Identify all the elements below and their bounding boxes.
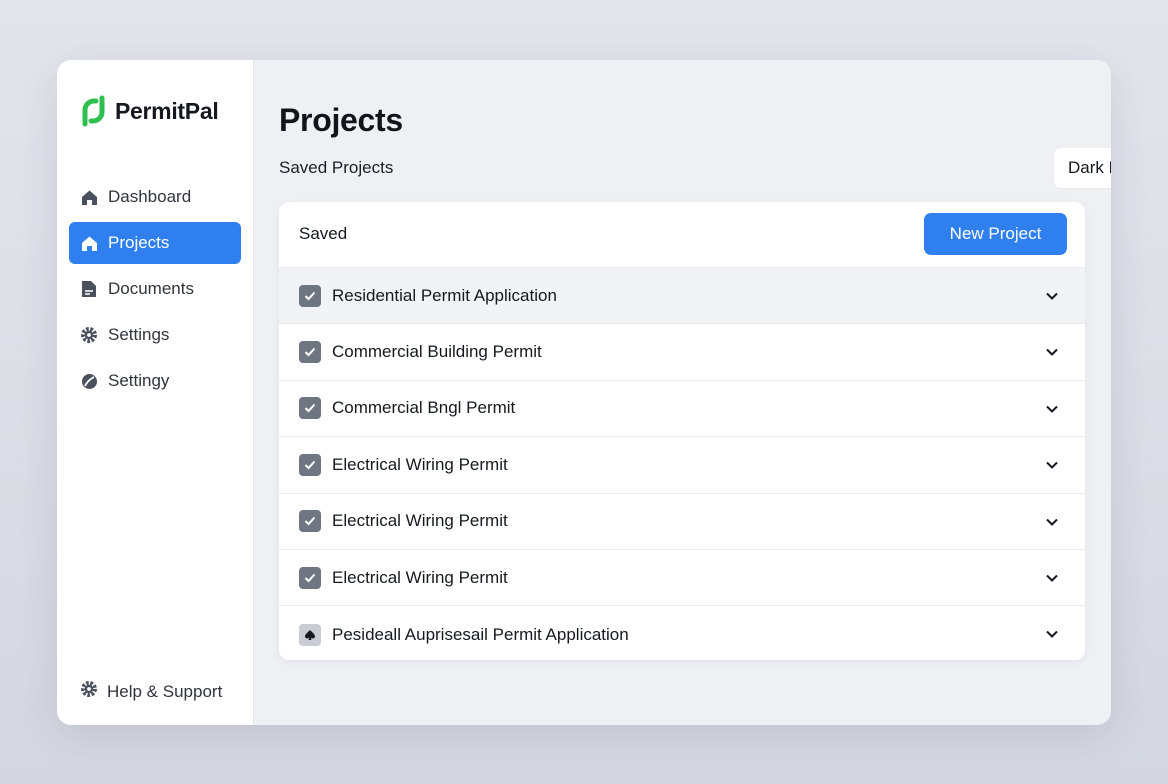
sidebar-item-label: Settingy — [108, 371, 170, 390]
sidebar: PermitPal Dashboard Projects Documents S… — [57, 60, 254, 725]
sidebar-item-label: Settings — [108, 325, 170, 344]
chevron-down-icon[interactable] — [1045, 571, 1059, 585]
list-item[interactable]: Electrical Wiring Permit — [279, 494, 1085, 550]
card-header: Saved New Project — [279, 202, 1085, 268]
page-title: Projects — [279, 102, 403, 138]
check-icon — [304, 347, 316, 357]
chevron-down-icon[interactable] — [1045, 402, 1059, 416]
sidebar-item-label: Documents — [108, 279, 194, 298]
chevron-down-icon[interactable] — [1045, 289, 1059, 303]
checkbox[interactable] — [299, 397, 321, 420]
sidebar-item-dashboard[interactable]: Dashboard — [69, 176, 241, 218]
chevron-down-icon[interactable] — [1045, 515, 1059, 529]
spade-icon — [305, 629, 315, 640]
list-item[interactable]: Pesideall Auprisesail Permit Application — [279, 606, 1085, 660]
checkbox[interactable] — [299, 284, 321, 307]
saved-projects-card: Saved New Project Residential Permit App… — [279, 202, 1085, 660]
sidebar-nav: Dashboard Projects Documents Settings Se… — [69, 176, 241, 406]
check-icon — [304, 573, 316, 583]
checkbox[interactable] — [299, 341, 321, 364]
logo[interactable]: PermitPal — [81, 94, 219, 128]
list-item-label: Pesideall Auprisesail Permit Application — [332, 624, 629, 644]
sidebar-item-label: Projects — [108, 233, 170, 252]
list-item[interactable]: Commercial Bngl Permit — [279, 381, 1085, 438]
app-window: PermitPal Dashboard Projects Documents S… — [57, 60, 1111, 725]
chevron-down-icon[interactable] — [1045, 458, 1059, 472]
checkbox[interactable] — [299, 566, 321, 589]
list-item[interactable]: Commercial Building Permit — [279, 324, 1085, 381]
help-support-link[interactable]: Help & Support — [80, 680, 222, 703]
home-icon — [80, 188, 98, 206]
chevron-down-icon[interactable] — [1045, 627, 1059, 641]
sidebar-item-settingy[interactable]: Settingy — [69, 360, 241, 402]
sidebar-item-label: Dashboard — [108, 187, 192, 206]
check-icon — [304, 404, 316, 413]
list-item[interactable]: Electrical Wiring Permit — [279, 437, 1085, 494]
list-item-label: Commercial Building Permit — [332, 342, 542, 362]
gear-icon — [80, 680, 98, 703]
check-icon — [304, 460, 316, 470]
theme-mode-select[interactable]: Dark Mode/Light Mode — [1054, 148, 1111, 188]
check-icon — [304, 517, 316, 526]
sidebar-item-projects[interactable]: Projects — [69, 222, 241, 264]
list-item-label: Electrical Wiring Permit — [332, 454, 508, 474]
document-icon — [80, 280, 98, 298]
list-item-label: Electrical Wiring Permit — [332, 511, 508, 531]
sidebar-item-settings[interactable]: Settings — [69, 314, 241, 356]
section-subtitle: Saved Projects — [279, 158, 394, 177]
list-item-label: Electrical Wiring Permit — [332, 567, 508, 587]
list-item[interactable]: Residential Permit Application — [279, 268, 1085, 325]
sidebar-item-documents[interactable]: Documents — [69, 268, 241, 310]
main-content: Projects ! Saved Projects Dark Mode/Ligh… — [254, 60, 1111, 725]
checkbox[interactable] — [299, 510, 321, 533]
gear-icon — [80, 326, 98, 344]
list-item-label: Residential Permit Application — [332, 285, 557, 305]
list-item-label: Commercial Bngl Permit — [332, 398, 516, 418]
help-support-label: Help & Support — [107, 681, 223, 701]
checkbox[interactable] — [299, 453, 321, 476]
home-icon — [80, 234, 98, 252]
chevron-down-icon[interactable] — [1045, 345, 1059, 359]
leaf-icon — [80, 372, 98, 390]
permitpal-logo-icon — [82, 95, 105, 127]
list-item[interactable]: Electrical Wiring Permit — [279, 550, 1085, 607]
check-icon — [304, 291, 316, 301]
checkbox[interactable] — [299, 623, 321, 646]
card-title: Saved — [299, 224, 348, 243]
theme-mode-value: Dark Mode/Light Mode — [1068, 158, 1111, 177]
app-name: PermitPal — [115, 97, 219, 124]
new-project-button[interactable]: New Project — [924, 213, 1067, 255]
